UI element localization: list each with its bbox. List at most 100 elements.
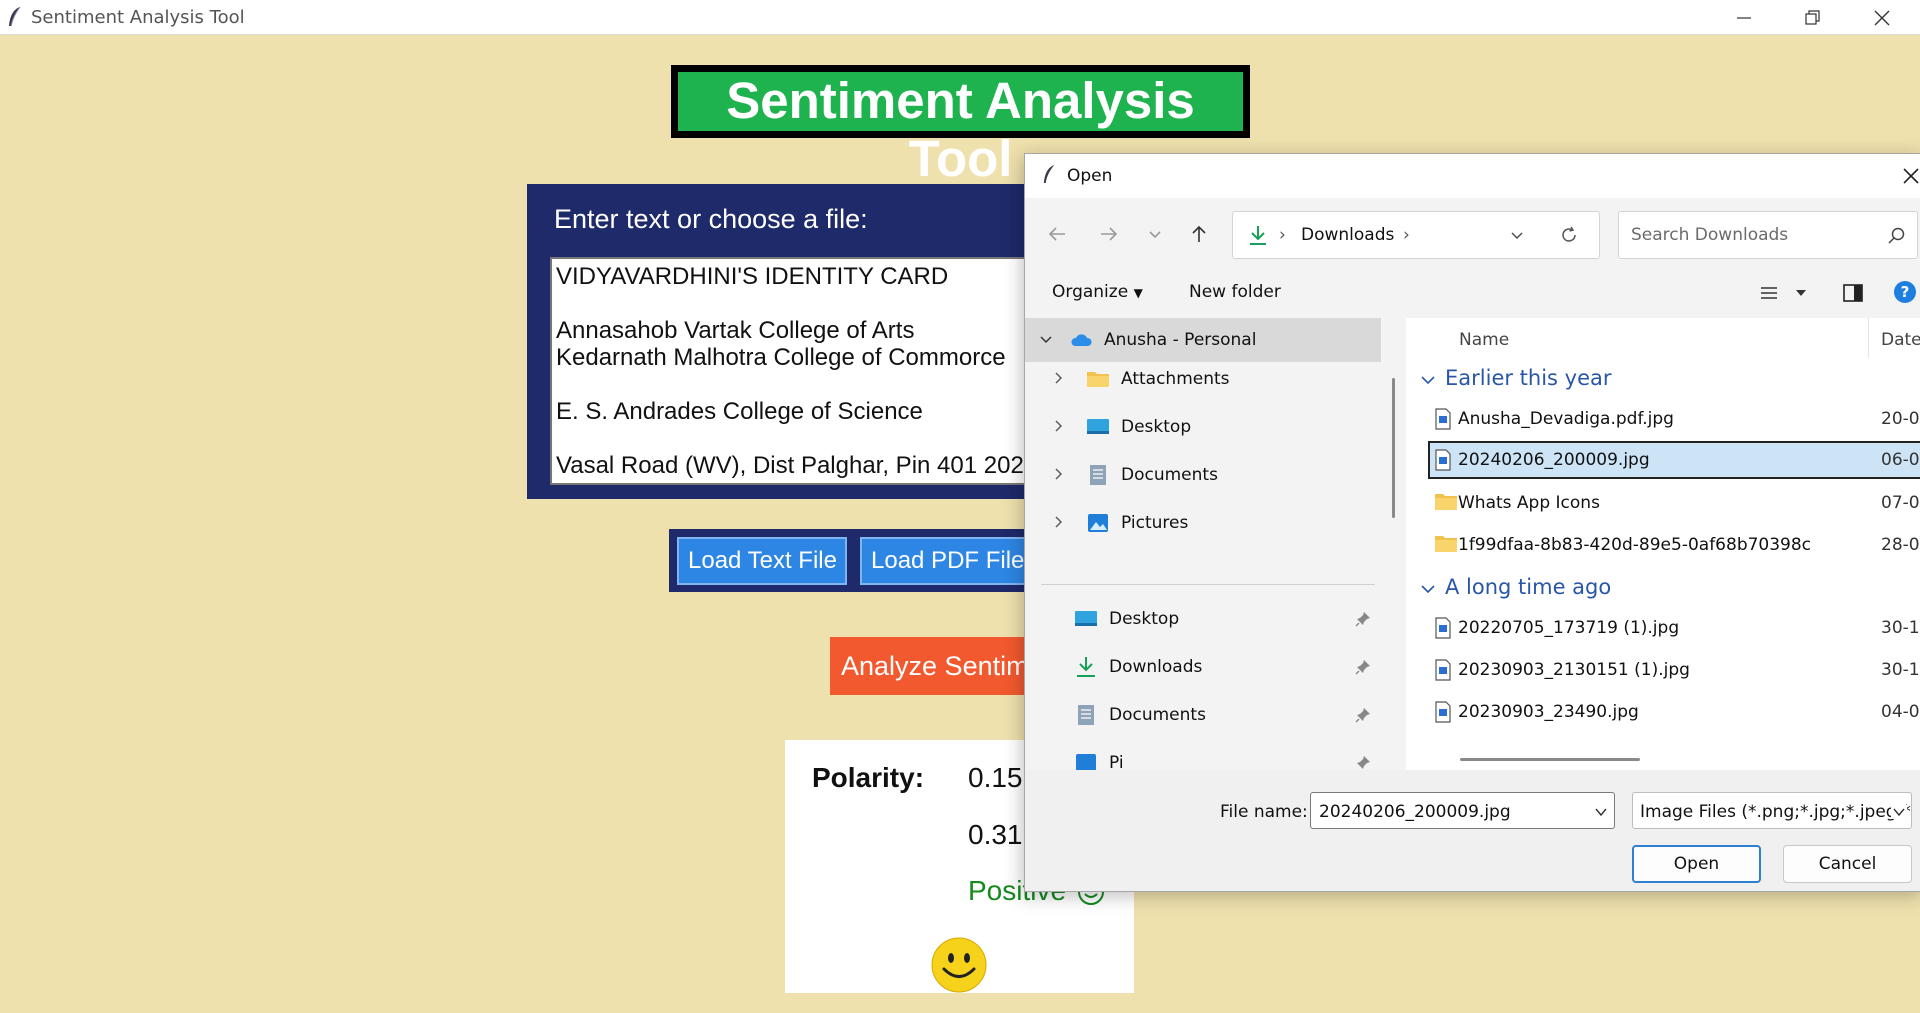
navigation-pane: Anusha - Personal Attachments Desktop Do… [1025, 318, 1397, 770]
chevron-right-icon[interactable] [1051, 515, 1065, 529]
input-label: Enter text or choose a file: [554, 204, 868, 234]
dialog-command-bar: Organize ▼ New folder ? [1025, 268, 1920, 318]
tree-item-label: Desktop [1121, 417, 1192, 437]
file-name-value: 20240206_200009.jpg [1319, 802, 1511, 822]
group-label: A long time ago [1445, 575, 1612, 599]
polarity-label: Polarity: [812, 762, 925, 793]
file-row[interactable]: 20220705_173719 (1).jpg 30-1 [1428, 609, 1920, 647]
file-type-filter-value: Image Files (*.png;*.jpg;*.jpeg;* [1640, 802, 1911, 822]
file-row[interactable]: 20230903_23490.jpg 04-0 [1428, 693, 1920, 731]
quick-access-desktop[interactable]: Desktop [1025, 597, 1381, 641]
cloud-icon [1071, 334, 1092, 346]
column-header-date[interactable]: Date [1881, 330, 1920, 350]
file-type-filter-select[interactable]: Image Files (*.png;*.jpg;*.jpeg;* [1632, 792, 1912, 829]
quick-access-label: Downloads [1109, 657, 1203, 677]
download-icon [1250, 226, 1266, 245]
file-list-horizontal-scrollbar[interactable] [1460, 758, 1640, 761]
forward-arrow-icon[interactable] [1097, 222, 1121, 246]
image-file-icon [1435, 659, 1451, 681]
search-icon [1888, 227, 1905, 244]
quick-access-documents[interactable]: Documents [1025, 693, 1381, 737]
file-date: 28-0 [1881, 535, 1920, 555]
file-name-input[interactable]: 20240206_200009.jpg [1310, 792, 1615, 829]
organize-label: Organize [1052, 282, 1129, 302]
quick-access-pictures[interactable]: Pi [1025, 741, 1381, 770]
image-file-icon [1435, 701, 1451, 723]
documents-icon [1090, 465, 1106, 485]
open-button[interactable]: Open [1632, 845, 1761, 883]
file-row[interactable]: 1f99dfaa-8b83-420d-89e5-0af68b70398c 28-… [1428, 526, 1920, 564]
search-downloads-input[interactable]: Search Downloads [1618, 211, 1918, 259]
analyze-sentiment-button[interactable]: Analyze Sentiment [830, 637, 1050, 695]
pin-icon[interactable] [1355, 707, 1371, 723]
breadcrumb-separator: › [1279, 225, 1286, 245]
feather-app-icon [1043, 165, 1055, 183]
close-window-button[interactable] [1848, 0, 1916, 35]
file-date: 06-0 [1881, 450, 1920, 470]
chevron-down-icon[interactable] [1891, 805, 1907, 819]
help-icon[interactable]: ? [1893, 280, 1917, 304]
restore-button[interactable] [1779, 0, 1847, 35]
file-row-selected[interactable]: 20240206_200009.jpg 06-0 [1428, 441, 1920, 479]
minimize-button[interactable] [1710, 0, 1778, 35]
navigation-pane-scrollbar[interactable] [1392, 378, 1395, 518]
pin-icon[interactable] [1355, 611, 1371, 627]
organize-menu[interactable]: Organize ▼ [1052, 282, 1143, 302]
quick-access-downloads[interactable]: Downloads [1025, 645, 1381, 689]
file-row[interactable]: Whats App Icons 07-0 [1428, 484, 1920, 522]
preview-pane-icon[interactable] [1841, 281, 1865, 305]
back-arrow-icon[interactable] [1045, 222, 1069, 246]
tree-item-documents[interactable]: Documents [1025, 453, 1381, 497]
dialog-title: Open [1067, 166, 1113, 186]
pictures-icon [1088, 514, 1108, 532]
view-list-icon[interactable] [1758, 282, 1780, 304]
feather-app-icon [9, 6, 21, 27]
chevron-right-icon[interactable] [1051, 419, 1065, 433]
recent-locations-chevron-icon[interactable] [1143, 222, 1167, 246]
documents-icon [1078, 705, 1094, 725]
file-row[interactable]: 20230903_2130151 (1).jpg 30-1 [1428, 651, 1920, 689]
chevron-right-icon[interactable] [1051, 371, 1065, 385]
load-buttons-panel: Load Text File Load PDF File [669, 529, 1060, 592]
file-date: 07-0 [1881, 493, 1920, 513]
tree-item-desktop[interactable]: Desktop [1025, 405, 1381, 449]
pin-icon[interactable] [1355, 755, 1371, 770]
address-history-chevron-icon[interactable] [1509, 227, 1525, 243]
window-titlebar: Sentiment Analysis Tool [0, 0, 1920, 35]
desktop-icon [1075, 611, 1097, 626]
image-file-icon [1435, 617, 1451, 639]
pin-icon[interactable] [1355, 659, 1371, 675]
file-date: 20-0 [1881, 409, 1920, 429]
minimize-icon [1737, 17, 1751, 19]
chevron-down-icon: ▼ [1133, 286, 1143, 300]
file-date: 04-0 [1881, 702, 1920, 722]
tree-item-anusha-personal[interactable]: Anusha - Personal [1025, 318, 1381, 362]
tree-item-pictures[interactable]: Pictures [1025, 501, 1381, 545]
group-label: Earlier this year [1445, 366, 1612, 390]
app-heading: Sentiment Analysis Tool [671, 65, 1250, 187]
folder-icon [1435, 536, 1457, 552]
new-folder-button[interactable]: New folder [1189, 282, 1281, 302]
smiley-face-icon [931, 937, 987, 993]
cancel-button[interactable]: Cancel [1783, 845, 1912, 883]
column-divider[interactable] [1868, 318, 1869, 358]
image-file-icon [1435, 408, 1451, 430]
tree-item-label: Attachments [1121, 369, 1230, 389]
chevron-down-icon[interactable] [1594, 805, 1608, 819]
up-arrow-icon[interactable] [1187, 222, 1211, 246]
column-header-name[interactable]: Name [1459, 330, 1509, 350]
file-row[interactable]: Anusha_Devadiga.pdf.jpg 20-0 [1428, 400, 1920, 438]
view-options-chevron-icon[interactable] [1795, 288, 1807, 298]
tree-item-attachments[interactable]: Attachments [1025, 357, 1381, 401]
text-input-area[interactable]: VIDYAVARDHINI'S IDENTITY CARD Annasahob … [550, 257, 1070, 485]
address-bar[interactable]: › Downloads › [1232, 211, 1600, 259]
subjectivity-value: 0.31 [968, 819, 1023, 850]
chevron-down-icon[interactable] [1039, 332, 1053, 346]
file-name: Whats App Icons [1458, 493, 1600, 513]
dialog-close-icon[interactable] [1901, 166, 1920, 186]
refresh-icon[interactable] [1559, 225, 1579, 245]
folder-icon [1435, 494, 1457, 510]
chevron-right-icon[interactable] [1051, 467, 1065, 481]
load-text-file-button[interactable]: Load Text File [677, 537, 847, 585]
breadcrumb-downloads[interactable]: Downloads [1301, 225, 1394, 245]
